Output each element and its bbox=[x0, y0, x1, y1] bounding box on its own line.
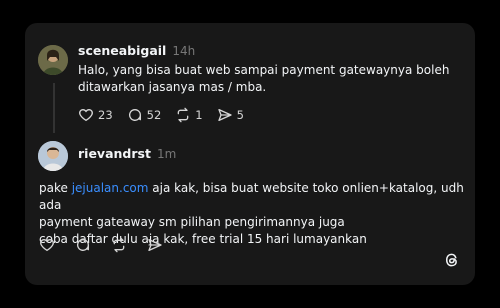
repost-count: 1 bbox=[195, 108, 203, 122]
reply-count: 52 bbox=[146, 108, 162, 122]
comment-icon bbox=[128, 109, 141, 121]
post-header: sceneabigail 14h bbox=[78, 43, 195, 58]
post-username[interactable]: sceneabigail bbox=[78, 43, 166, 58]
reply-time: 1m bbox=[156, 147, 177, 161]
thread-line bbox=[53, 83, 55, 133]
post-text: Halo, yang bisa buat web sampai payment … bbox=[78, 62, 458, 96]
repost-button[interactable] bbox=[111, 237, 127, 253]
avatar[interactable] bbox=[38, 45, 68, 75]
reply-text-line: payment gateaway sm pilihan pengirimanny… bbox=[39, 215, 345, 229]
heart-icon bbox=[79, 108, 93, 122]
reply-text-line: pake jejualan.com aja kak, bisa buat web… bbox=[39, 180, 464, 214]
reply-button[interactable] bbox=[75, 237, 91, 253]
share-count: 5 bbox=[236, 108, 244, 122]
threads-card: sceneabigail 14h Halo, yang bisa buat web… bbox=[25, 23, 475, 285]
share-button[interactable] bbox=[147, 237, 163, 253]
share-button[interactable]: 5 bbox=[217, 107, 244, 123]
threads-logo-icon bbox=[445, 253, 457, 267]
comment-icon bbox=[77, 239, 89, 251]
like-count: 23 bbox=[98, 108, 113, 122]
avatar[interactable] bbox=[38, 141, 68, 171]
send-icon bbox=[148, 239, 162, 251]
reply-prefix: pake bbox=[39, 181, 72, 195]
reply-header: rievandrst 1m bbox=[78, 146, 176, 161]
repost-icon bbox=[113, 237, 125, 253]
avatar-image-icon bbox=[38, 141, 68, 171]
send-icon bbox=[217, 109, 232, 121]
post-text-line: Halo, yang bisa buat web sampai payment … bbox=[78, 63, 450, 77]
repost-button[interactable]: 1 bbox=[175, 107, 203, 123]
reply-link[interactable]: jejualan.com bbox=[72, 181, 149, 195]
post-actions: 23 52 1 5 bbox=[78, 107, 244, 123]
reply-button[interactable]: 52 bbox=[127, 107, 162, 123]
post-time: 14h bbox=[172, 44, 196, 58]
reply-actions bbox=[39, 237, 163, 253]
reply-username[interactable]: rievandrst bbox=[78, 146, 151, 161]
heart-icon bbox=[40, 238, 54, 252]
avatar-image-icon bbox=[38, 45, 68, 75]
like-button[interactable] bbox=[39, 237, 55, 253]
like-button[interactable]: 23 bbox=[78, 107, 113, 123]
repost-icon bbox=[177, 107, 189, 123]
post-text-line: ditawarkan jasanya mas / mba. bbox=[78, 80, 267, 94]
